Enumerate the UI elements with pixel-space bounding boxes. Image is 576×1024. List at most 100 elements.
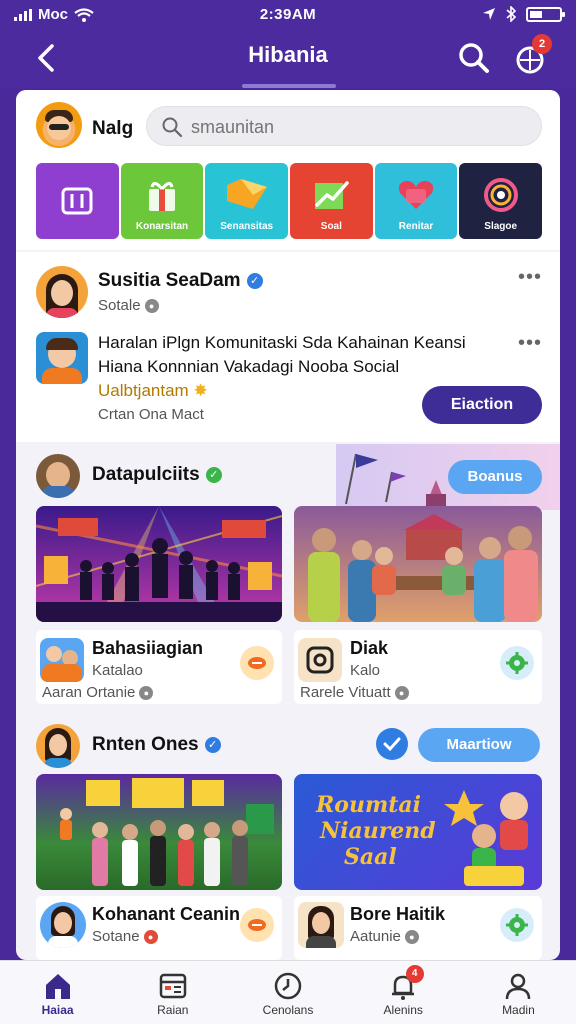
card-thumbnail <box>40 638 84 682</box>
content-card[interactable]: Kohanant Ceanin Sotane ● <box>36 896 282 960</box>
nav-item-calendar[interactable]: Raian <box>115 961 230 1024</box>
card-subtitle: Aatunie ● <box>350 928 419 945</box>
checkmark-icon <box>383 737 401 752</box>
category-label: Renitar <box>398 221 434 232</box>
banner-line: Roumtai <box>316 792 422 818</box>
banner-image[interactable]: Roumtai Niaurend Saal <box>294 774 542 890</box>
post-action-button[interactable]: Eiaction <box>422 386 542 424</box>
author-avatar[interactable] <box>36 266 88 318</box>
section-action-button[interactable]: Boanus <box>448 460 542 494</box>
nav-label: Alenins <box>383 1003 423 1017</box>
section-avatar[interactable] <box>36 454 80 498</box>
avatar-face <box>54 912 72 934</box>
camera-icon <box>483 178 518 212</box>
nav-item-profile[interactable]: Madin <box>461 961 576 1024</box>
card-meta-text: Rarele Vituatt <box>300 684 391 701</box>
more-options-icon[interactable]: ••• <box>518 266 542 289</box>
category-label: Konarsitan <box>135 221 189 232</box>
card-meta-text: Aaran Ortanie <box>42 684 136 701</box>
share-button[interactable] <box>240 646 274 680</box>
profile-name: Nalg <box>92 118 134 139</box>
section-rnten-ones: Rnten Ones ✓ Maartiow Roumtai Niaurend S… <box>16 718 560 960</box>
category-tile[interactable]: Soal <box>290 163 373 239</box>
globe-icon: ● <box>144 299 159 314</box>
instagram-icon <box>306 646 334 674</box>
status-dot-icon: ● <box>143 930 158 945</box>
settings-button[interactable] <box>500 646 534 680</box>
category-tile[interactable] <box>36 163 119 239</box>
author-name: Susitia SeaDam ✓ <box>98 270 263 292</box>
heart-icon <box>398 180 434 209</box>
post-meta: Crtan Ona Mact <box>98 406 204 423</box>
section-action-button[interactable]: Maartiow <box>418 728 540 762</box>
community-image[interactable] <box>36 774 282 890</box>
card-thumbnail <box>298 638 342 682</box>
section-title-text: Datapulciits <box>92 464 200 485</box>
banner-line: Niaurend <box>320 818 436 844</box>
share-icon <box>248 657 266 669</box>
status-bar: Moc 2:39AM <box>0 0 576 30</box>
nav-item-clock[interactable]: Cenolans <box>230 961 345 1024</box>
post-highlight: Ualbtjantam <box>98 381 189 400</box>
avatar-shirt <box>42 368 82 384</box>
status-right <box>482 6 565 22</box>
nav-label: Cenolans <box>262 1003 314 1017</box>
category-tile[interactable]: Konarsitan <box>120 163 204 239</box>
nav-label: Raian <box>157 1003 189 1017</box>
section-avatar[interactable] <box>36 724 80 768</box>
card-title: Bahasiiagian <box>92 638 204 658</box>
bluetooth-icon <box>506 6 516 22</box>
share-icon <box>248 919 266 931</box>
avatar-face <box>312 912 330 934</box>
category-label: Soal <box>320 221 342 232</box>
avatar-shirt <box>306 936 336 948</box>
search-icon[interactable] <box>456 40 492 76</box>
notification-button[interactable]: 2 <box>512 34 552 76</box>
content-card[interactable]: Bahasiiagian Katalao Aaran Ortanie ● <box>36 630 282 704</box>
bottom-nav: Haiaa Raian Cenolans 4 Alenins Madin <box>0 960 576 1024</box>
nav-item-alerts[interactable]: 4 Alenins <box>346 961 461 1024</box>
author-subtitle: Sotale ● <box>98 297 159 314</box>
category-tile[interactable]: Renitar <box>374 163 458 239</box>
search-bar[interactable] <box>146 106 542 146</box>
category-tile[interactable]: Slagoe <box>459 163 543 239</box>
content-card[interactable]: Diak Kalo Rarele Vituatt ● <box>294 630 542 704</box>
category-tiles: Konarsitan Senansitas Soal Renitar Slago… <box>36 163 543 239</box>
banner-text: Roumtai Niaurend Saal <box>316 792 436 870</box>
post-card: Susitia SeaDam ✓ Sotale ● ••• Haralan iPlg… <box>16 252 560 442</box>
card-subtitle-text: Aatunie <box>350 928 401 945</box>
search-input[interactable] <box>191 115 521 139</box>
alerts-badge: 4 <box>405 965 424 983</box>
author-subtitle-text: Sotale <box>98 297 141 314</box>
content-card[interactable]: Bore Haitik Aatunie ● <box>294 896 542 960</box>
avatar-shirt <box>42 664 82 682</box>
search-icon <box>162 117 183 138</box>
top-card: Nalg Konarsitan Senansitas Soal <box>16 90 560 250</box>
chart-icon <box>315 181 350 209</box>
verified-icon: ✓ <box>204 736 221 753</box>
video-icon <box>61 187 93 215</box>
avatar[interactable] <box>36 102 82 148</box>
avatar-face <box>46 462 70 488</box>
nav-item-home[interactable]: Haiaa <box>0 961 115 1024</box>
gathering-image[interactable] <box>294 506 542 622</box>
concert-image[interactable] <box>36 506 282 622</box>
category-label: Senansitas <box>220 221 274 232</box>
section-title: Rnten Ones ✓ <box>92 734 221 756</box>
post-line-2: Hiana Konnnian Vakadagi Nooba Social <box>98 357 400 376</box>
globe-icon: ● <box>139 686 154 701</box>
banner-line: Saal <box>344 844 397 870</box>
category-tile[interactable]: Senansitas <box>205 163 289 239</box>
follow-check-button[interactable] <box>376 728 408 760</box>
gear-icon <box>506 652 528 674</box>
settings-button[interactable] <box>500 908 534 942</box>
nav-label: Madin <box>502 1003 535 1017</box>
post-avatar[interactable] <box>36 332 88 384</box>
avatar-shirt <box>44 758 72 768</box>
location-icon <box>483 8 495 20</box>
more-options-icon[interactable]: ••• <box>518 332 542 355</box>
share-button[interactable] <box>240 908 274 942</box>
author-name-text: Susitia SeaDam <box>98 270 241 291</box>
folder-icon <box>226 179 267 209</box>
globe-icon: ● <box>404 930 419 945</box>
